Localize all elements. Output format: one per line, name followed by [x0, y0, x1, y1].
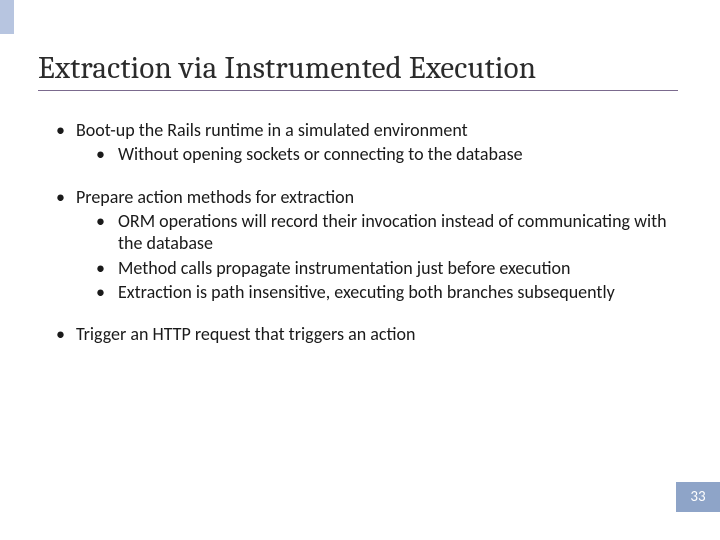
- sub-list-item: Extraction is path insensitive, executin…: [96, 281, 678, 303]
- list-item: Prepare action methods for extraction OR…: [56, 186, 678, 304]
- sub-list: Without opening sockets or connecting to…: [76, 143, 678, 165]
- list-item: Boot-up the Rails runtime in a simulated…: [56, 119, 678, 166]
- list-item-text: Prepare action methods for extraction: [76, 186, 354, 208]
- sub-list-item: Without opening sockets or connecting to…: [96, 143, 678, 165]
- list-item: Trigger an HTTP request that triggers an…: [56, 323, 678, 345]
- sub-list-item: ORM operations will record their invocat…: [96, 210, 678, 255]
- list-item-text: Boot-up the Rails runtime in a simulated…: [76, 119, 468, 141]
- title-underline: [38, 90, 678, 91]
- sub-list: ORM operations will record their invocat…: [76, 210, 678, 303]
- list-item-text: Trigger an HTTP request that triggers an…: [76, 323, 415, 345]
- slide-body: Extraction via Instrumented Execution Bo…: [0, 0, 720, 346]
- sub-list-item: Method calls propagate instrumentation j…: [96, 257, 678, 279]
- accent-bar: [0, 0, 14, 34]
- bullet-list: Boot-up the Rails runtime in a simulated…: [38, 119, 678, 346]
- page-number-badge: 33: [676, 482, 720, 512]
- page-number: 33: [690, 488, 705, 506]
- slide-title: Extraction via Instrumented Execution: [38, 50, 678, 86]
